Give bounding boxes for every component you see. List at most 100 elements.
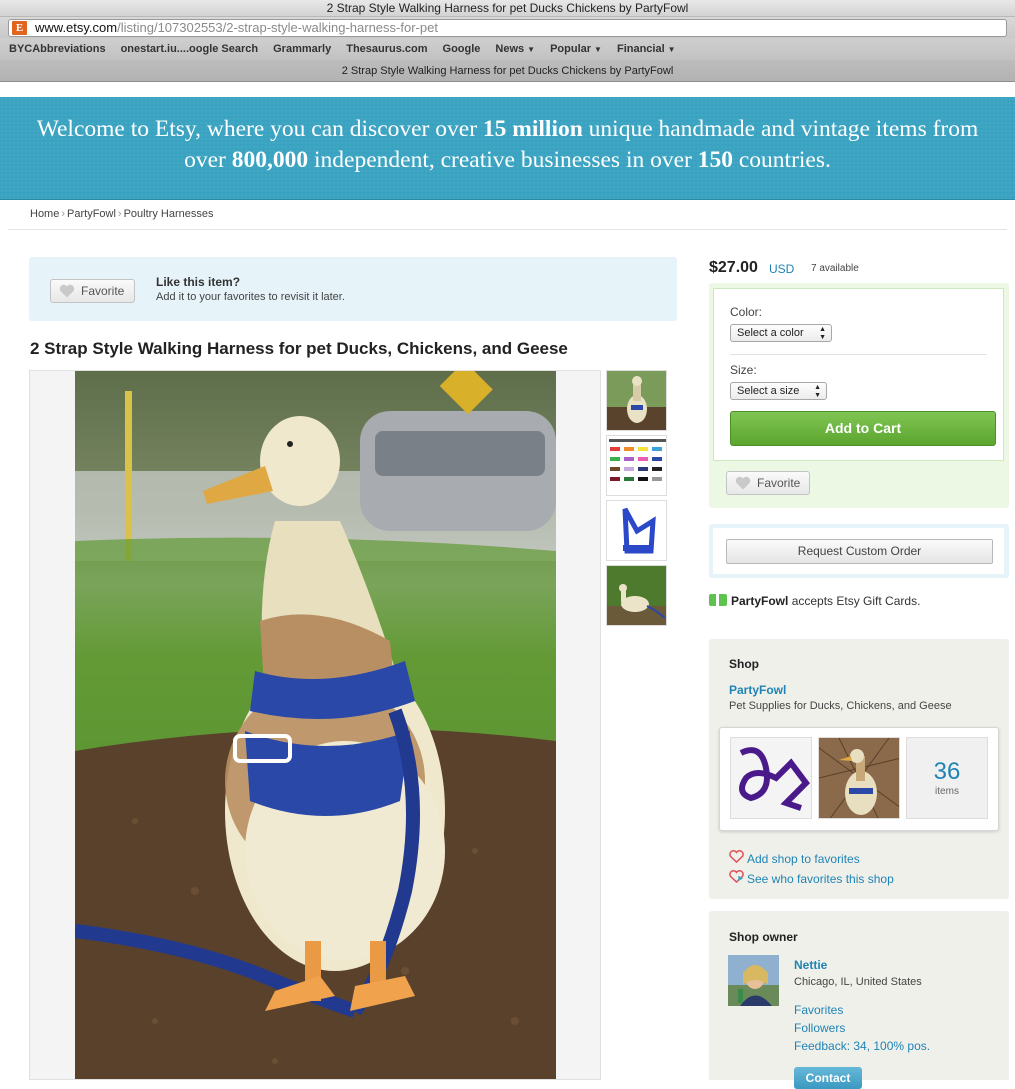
purchase-options: Color: Select a color ▲ ▼ Size: Select a … — [713, 288, 1004, 461]
contact-button[interactable]: Contact — [794, 1067, 862, 1089]
favorite-button-label: Favorite — [81, 284, 125, 298]
bookmark-label: Thesaurus.com — [346, 43, 428, 55]
thumbnail-duck-standing[interactable] — [606, 370, 667, 431]
purchase-box: Color: Select a color ▲ ▼ Size: Select a … — [709, 283, 1009, 508]
bookmark-item[interactable]: Thesaurus.com — [346, 43, 427, 55]
shop-name-link[interactable]: PartyFowl — [729, 683, 786, 697]
owner-heading: Shop owner — [729, 930, 798, 944]
size-select-value: Select a size — [737, 385, 800, 397]
color-select[interactable]: Select a color ▲ ▼ — [730, 324, 832, 342]
like-subtitle: Add it to your favorites to revisit it l… — [156, 291, 345, 303]
shop-heading: Shop — [729, 657, 759, 671]
gift-card-text: accepts Etsy Gift Cards. — [788, 594, 921, 608]
currency[interactable]: USD — [769, 262, 794, 276]
thumbnail-strip — [606, 370, 668, 630]
breadcrumb-separator: › — [61, 208, 66, 220]
breadcrumb-separator: › — [117, 208, 122, 220]
owner-feedback-link[interactable]: Feedback: 34, 100% pos. — [794, 1039, 930, 1053]
favorite-item-label: Favorite — [757, 476, 801, 490]
bookmark-item[interactable]: Grammarly — [273, 43, 331, 55]
bookmark-item[interactable]: News ▼ — [495, 43, 535, 55]
select-arrows-icon: ▲ ▼ — [814, 384, 821, 399]
owner-avatar[interactable] — [728, 955, 779, 1006]
add-shop-favorites[interactable]: Add shop to favorites — [729, 850, 860, 866]
gift-card-note: PartyFowl accepts Etsy Gift Cards. — [709, 594, 920, 608]
chevron-down-icon: ▼ — [594, 45, 602, 54]
bookmark-label: Popular — [550, 43, 592, 55]
bookmark-label: Grammarly — [273, 43, 332, 55]
welcome-banner: Welcome to Etsy, where you can discover … — [0, 97, 1015, 200]
items-label: items — [935, 786, 959, 797]
tab-bar: 2 Strap Style Walking Harness for pet Du… — [0, 60, 1015, 82]
shop-owner-box: Shop owner Nettie Chicago, IL, United St… — [709, 911, 1009, 1089]
main-image-frame — [29, 370, 601, 1080]
heart-icon — [59, 284, 75, 298]
bookmark-item[interactable]: Financial ▼ — [617, 43, 676, 55]
etsy-favicon: E — [12, 21, 27, 35]
owner-favorites-link[interactable]: Favorites — [794, 1003, 843, 1017]
bookmark-label: Financial — [616, 43, 665, 55]
thumbnail-duck-walking[interactable] — [606, 565, 667, 626]
url-row: E www.etsy.com/listing/107302553/2-strap… — [0, 17, 1015, 38]
size-label: Size: — [730, 363, 757, 377]
favorite-button[interactable]: Favorite — [50, 279, 135, 303]
window-title-bar: 2 Strap Style Walking Harness for pet Du… — [0, 0, 1015, 17]
window-title: 2 Strap Style Walking Harness for pet Du… — [326, 1, 689, 15]
color-select-value: Select a color — [737, 327, 804, 339]
owner-followers-link[interactable]: Followers — [794, 1021, 845, 1035]
shop-box: Shop PartyFowl Pet Supplies for Ducks, C… — [709, 639, 1009, 899]
owner-location: Chicago, IL, United States — [794, 976, 922, 988]
bookmark-item[interactable]: Popular ▼ — [550, 43, 602, 55]
chevron-down-icon: ▼ — [667, 45, 676, 54]
bookmark-item[interactable]: BYCAbbreviations — [9, 43, 106, 55]
owner-name-link[interactable]: Nettie — [794, 958, 827, 972]
breadcrumb-shop[interactable]: PartyFowl — [67, 208, 116, 220]
bookmark-label: Google — [442, 43, 481, 55]
bookmark-label: onestart.iu....oogle Search — [120, 43, 259, 55]
shop-item-harness-purple[interactable] — [730, 737, 812, 819]
color-label: Color: — [730, 305, 763, 319]
heart-icon — [735, 476, 751, 490]
active-tab[interactable]: 2 Strap Style Walking Harness for pet Du… — [342, 65, 674, 77]
shop-items-count[interactable]: 36 items — [906, 737, 988, 819]
see-shop-favorites-label: See who favorites this shop — [747, 872, 894, 886]
breadcrumb-divider — [8, 229, 1007, 230]
custom-order-inner: Request Custom Order — [713, 528, 1004, 574]
add-favorite-heart-icon — [729, 850, 747, 866]
items-count: 36 — [933, 758, 961, 785]
size-select[interactable]: Select a size ▲ ▼ — [730, 382, 827, 400]
bookmark-label: BYCAbbreviations — [9, 43, 106, 55]
breadcrumb-home[interactable]: Home — [30, 208, 59, 220]
favorite-prompt: Favorite Like this item? Add it to your … — [29, 257, 677, 321]
shop-tagline: Pet Supplies for Ducks, Chickens, and Ge… — [729, 700, 952, 712]
favorite-item-button[interactable]: Favorite — [726, 471, 810, 495]
add-shop-favorites-label: Add shop to favorites — [747, 852, 860, 866]
main-product-photo[interactable] — [75, 371, 556, 1079]
price: $27.00 — [709, 259, 758, 276]
thumbnail-harness[interactable] — [606, 500, 667, 561]
bookmark-item[interactable]: onestart.iu....oogle Search — [121, 43, 259, 55]
options-divider — [730, 354, 987, 355]
chevron-down-icon: ▼ — [527, 45, 536, 54]
gift-card-icon — [709, 594, 727, 606]
url-path: /listing/107302553/2-strap-style-walking… — [117, 20, 438, 35]
custom-order-box: Request Custom Order — [709, 524, 1009, 578]
gift-card-shop: PartyFowl — [731, 594, 789, 608]
thumbnail-color-chart[interactable] — [606, 435, 667, 496]
banner-line-2: over 800,000 independent, creative busin… — [184, 147, 831, 173]
bookmark-item[interactable]: Google — [443, 43, 481, 55]
breadcrumb: Home › PartyFowl › Poultry Harnesses — [0, 200, 1015, 229]
see-favorites-heart-icon — [729, 870, 747, 886]
request-custom-order-button[interactable]: Request Custom Order — [726, 539, 993, 564]
bookmarks-bar: BYCAbbreviations onestart.iu....oogle Sea… — [0, 38, 1015, 60]
like-title: Like this item? — [156, 275, 241, 289]
bookmark-label: News — [495, 43, 525, 55]
select-arrows-icon: ▲ ▼ — [819, 326, 826, 341]
shop-item-duck-photo[interactable] — [818, 737, 900, 819]
see-shop-favorites[interactable]: See who favorites this shop — [729, 870, 894, 886]
banner-line-1: Welcome to Etsy, where you can discover … — [36, 116, 979, 142]
breadcrumb-category[interactable]: Poultry Harnesses — [124, 208, 214, 220]
chrome-spacer — [0, 82, 1015, 97]
add-to-cart-button[interactable]: Add to Cart — [730, 411, 996, 446]
address-bar[interactable]: E www.etsy.com/listing/107302553/2-strap… — [8, 19, 1007, 37]
